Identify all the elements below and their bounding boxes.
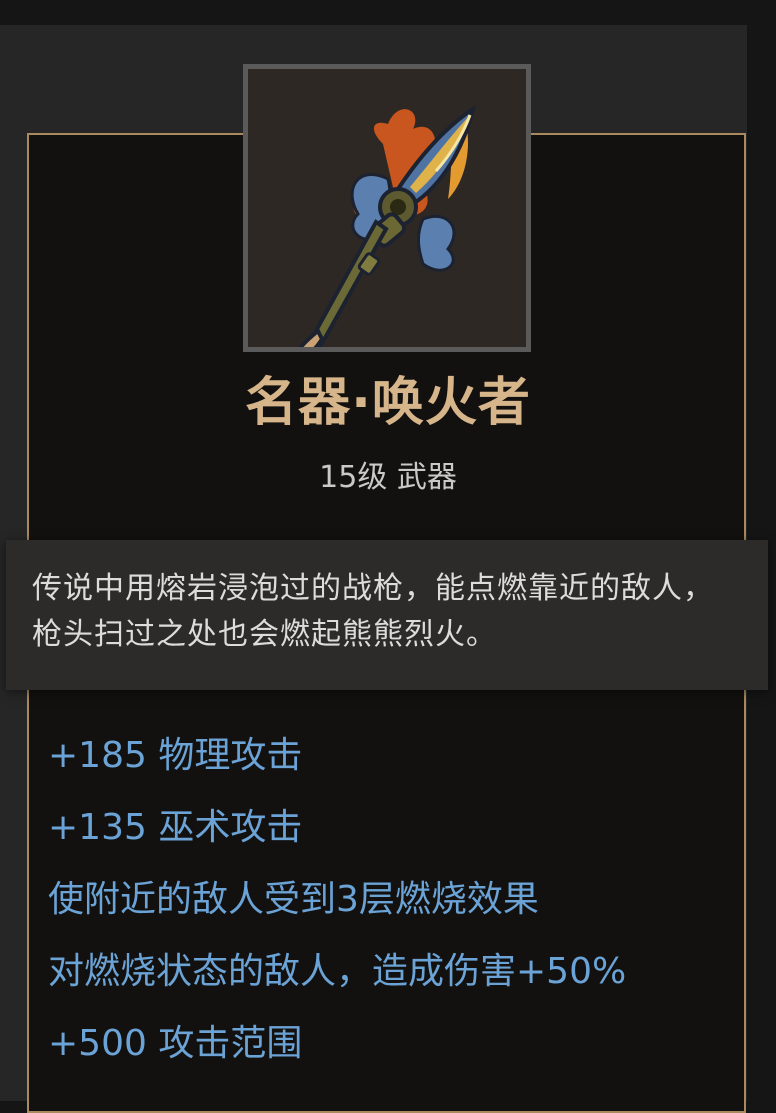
stat-line: +500 攻击范围 (48, 1023, 303, 1064)
stat-line: 对燃烧状态的敌人，造成伤害+50% (48, 951, 627, 992)
stat-line: +135 巫术攻击 (48, 807, 303, 848)
item-description-box: 传说中用熔岩浸泡过的战枪，能点燃靠近的敌人，枪头扫过之处也会燃起熊熊烈火。 (6, 540, 768, 690)
item-icon-frame (243, 64, 531, 352)
item-name: 名器·唤火者 (245, 373, 531, 433)
item-level-type: 15级 武器 (319, 460, 457, 495)
item-stats: +185 物理攻击 +135 巫术攻击 使附近的敌人受到3层燃烧效果 对燃烧状态… (48, 720, 738, 1080)
fire-spear-icon (298, 104, 477, 347)
item-description: 传说中用熔岩浸泡过的战枪，能点燃靠近的敌人，枪头扫过之处也会燃起熊熊烈火。 (32, 571, 714, 652)
stat-line: +185 物理攻击 (48, 735, 303, 776)
stat-line: 使附近的敌人受到3层燃烧效果 (48, 879, 539, 920)
